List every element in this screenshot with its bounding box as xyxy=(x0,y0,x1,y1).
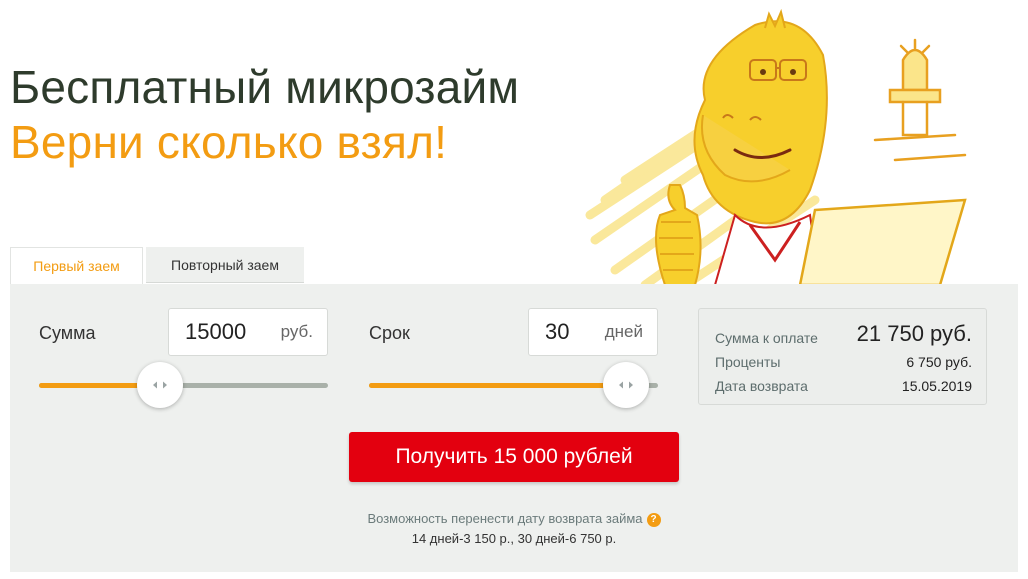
amount-slider[interactable] xyxy=(39,383,328,388)
tab-repeat-loan[interactable]: Повторный заем xyxy=(146,247,304,283)
extension-note: Возможность перенести дату возврата займ… xyxy=(10,511,1018,527)
extension-note-text: Возможность перенести дату возврата займ… xyxy=(367,511,643,526)
term-slider-fill xyxy=(369,383,626,388)
tab-first-loan[interactable]: Первый заем xyxy=(10,247,143,284)
loan-summary: Сумма к оплате 21 750 руб. Проценты 6 75… xyxy=(698,308,987,405)
term-slider-handle[interactable] xyxy=(603,362,649,408)
interest-label: Проценты xyxy=(715,354,781,370)
total-label: Сумма к оплате xyxy=(715,330,818,346)
get-loan-button[interactable]: Получить 15 000 рублей xyxy=(349,432,679,482)
amount-label: Сумма xyxy=(39,323,96,343)
loan-calculator: Сумма 15000 руб. Срок 30 дней Сумма к оп… xyxy=(10,284,1018,572)
hero-title: Бесплатный микрозайм xyxy=(10,61,520,113)
amount-value: 15000 xyxy=(185,319,247,344)
total-value: 21 750 руб. xyxy=(856,321,972,346)
left-right-arrows-icon xyxy=(619,381,633,389)
term-value: 30 xyxy=(545,319,570,344)
camel-mascot-illustration xyxy=(585,8,967,285)
hero-banner: Бесплатный микрозайм Верни сколько взял! xyxy=(0,0,1028,285)
term-input[interactable]: 30 дней xyxy=(528,308,658,356)
amount-unit: руб. xyxy=(280,322,313,341)
question-icon[interactable]: ? xyxy=(646,513,661,527)
interest-value: 6 750 руб. xyxy=(906,354,972,370)
extension-prices: 14 дней-3 150 р., 30 дней-6 750 р. xyxy=(411,531,617,546)
left-right-arrows-icon xyxy=(153,381,167,389)
term-unit: дней xyxy=(604,322,643,341)
amount-slider-handle[interactable] xyxy=(137,362,183,408)
term-label: Срок xyxy=(369,323,410,343)
hero-subtitle: Верни сколько взял! xyxy=(10,116,448,168)
amount-input[interactable]: 15000 руб. xyxy=(168,308,328,356)
return-date-label: Дата возврата xyxy=(715,378,808,394)
return-date-value: 15.05.2019 xyxy=(901,378,972,394)
